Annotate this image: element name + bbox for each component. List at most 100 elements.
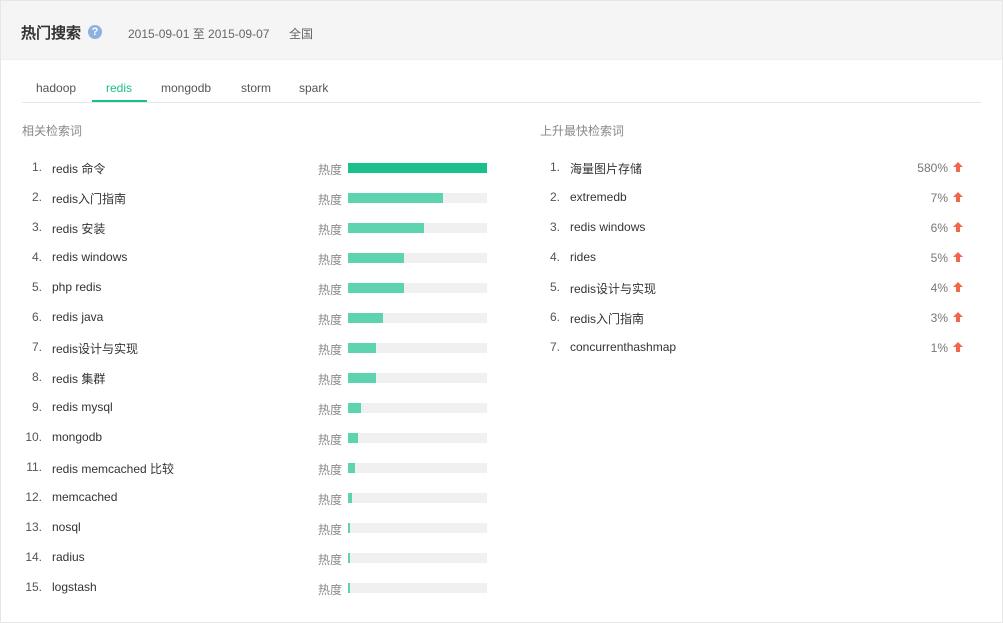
list-item[interactable]: 7. concurrenthashmap 1%: [540, 331, 970, 361]
list-item[interactable]: 5. redis设计与实现 4%: [540, 271, 970, 301]
heat-bar-track: [348, 493, 487, 503]
item-term[interactable]: concurrenthashmap: [570, 340, 676, 354]
panel-title: 热门搜索: [21, 25, 82, 42]
list-item[interactable]: 3. redis 安装 热度: [22, 211, 492, 241]
list-item[interactable]: 14. radius 热度: [22, 541, 492, 571]
rising-terms-title: 上升最快检索词: [540, 124, 625, 138]
arrow-up-icon: [953, 312, 963, 322]
heat-label: 热度: [318, 463, 343, 477]
item-index: 8.: [31, 370, 42, 384]
list-item[interactable]: 4. redis windows 热度: [22, 241, 492, 271]
item-term[interactable]: redis 集群: [52, 370, 105, 387]
heat-label: 热度: [318, 253, 343, 267]
item-index: 5.: [31, 280, 42, 294]
related-terms-list: 1. redis 命令 热度 2. redis入门指南 热度 3. redis 安装 热度 4. r…: [22, 151, 492, 601]
item-term[interactable]: redis java: [52, 310, 103, 324]
list-item[interactable]: 9. redis mysql 热度: [22, 391, 492, 421]
item-index: 3.: [549, 220, 560, 234]
heat-bar-track: [348, 523, 487, 533]
heat-label: 热度: [318, 313, 343, 327]
item-index: 12.: [25, 490, 42, 504]
item-term[interactable]: mongodb: [52, 430, 102, 444]
heat-bar-track: [348, 553, 487, 563]
active-tab-indicator: [92, 100, 147, 102]
item-term[interactable]: radius: [52, 550, 85, 564]
heat-bar-fill: [348, 583, 350, 593]
item-term[interactable]: redis memcached 比较: [52, 460, 174, 477]
item-term[interactable]: 海量图片存储: [570, 160, 642, 177]
item-index: 14.: [25, 550, 42, 564]
item-index: 5.: [549, 280, 560, 294]
item-term[interactable]: memcached: [52, 490, 117, 504]
heat-bar-track: [348, 163, 487, 173]
heat-bar-fill: [348, 193, 443, 203]
change-percent: 1%: [930, 341, 948, 355]
item-term[interactable]: extremedb: [570, 190, 627, 204]
heat-bar-track: [348, 283, 487, 293]
tab-spark[interactable]: spark: [299, 81, 328, 95]
tab-mongodb[interactable]: mongodb: [161, 81, 211, 95]
list-item[interactable]: 3. redis windows 6%: [540, 211, 970, 241]
heat-label: 热度: [318, 163, 343, 177]
heat-bar-track: [348, 343, 487, 353]
question-circle-icon[interactable]: ?: [88, 25, 102, 39]
list-item[interactable]: 2. extremedb 7%: [540, 181, 970, 211]
change-percent: 6%: [930, 221, 948, 235]
item-term[interactable]: redis设计与实现: [52, 340, 138, 357]
item-term[interactable]: redis windows: [570, 220, 645, 234]
panel-header: 热门搜索 ? 2015-09-01 至 2015-09-07 全国: [1, 1, 1002, 60]
item-term[interactable]: nosql: [52, 520, 81, 534]
change-percent: 7%: [930, 191, 948, 205]
item-term[interactable]: redis 安装: [52, 220, 105, 237]
heat-bar-track: [348, 253, 487, 263]
list-item[interactable]: 13. nosql 热度: [22, 511, 492, 541]
list-item[interactable]: 1. 海量图片存储 580%: [540, 151, 970, 181]
heat-bar-fill: [348, 433, 358, 443]
heat-bar-track: [348, 403, 487, 413]
tab-redis[interactable]: redis: [106, 81, 132, 95]
list-item[interactable]: 10. mongodb 热度: [22, 421, 492, 451]
item-term[interactable]: php redis: [52, 280, 101, 294]
item-term[interactable]: redis 命令: [52, 160, 105, 177]
item-term[interactable]: redis mysql: [52, 400, 113, 414]
item-index: 7.: [31, 340, 42, 354]
heat-bar-track: [348, 313, 487, 323]
list-item[interactable]: 11. redis memcached 比较 热度: [22, 451, 492, 481]
list-item[interactable]: 7. redis设计与实现 热度: [22, 331, 492, 361]
heat-bar-fill: [348, 523, 350, 533]
tab-storm[interactable]: storm: [241, 81, 271, 95]
arrow-up-icon: [953, 192, 963, 202]
list-item[interactable]: 2. redis入门指南 热度: [22, 181, 492, 211]
arrow-up-icon: [953, 162, 963, 172]
item-term[interactable]: redis windows: [52, 250, 127, 264]
heat-bar-fill: [348, 163, 487, 173]
item-index: 2.: [549, 190, 560, 204]
list-item[interactable]: 12. memcached 热度: [22, 481, 492, 511]
list-item[interactable]: 4. rides 5%: [540, 241, 970, 271]
heat-label: 热度: [318, 403, 343, 417]
item-term[interactable]: redis入门指南: [52, 190, 126, 207]
hot-search-panel: 热门搜索 ? 2015-09-01 至 2015-09-07 全国 hadoop…: [0, 0, 1003, 623]
item-term[interactable]: rides: [570, 250, 596, 264]
list-item[interactable]: 6. redis java 热度: [22, 301, 492, 331]
item-index: 6.: [31, 310, 42, 324]
arrow-up-icon: [953, 222, 963, 232]
rising-terms-list: 1. 海量图片存储 580% 2. extremedb 7% 3. redis windows…: [540, 151, 970, 361]
item-term[interactable]: redis设计与实现: [570, 280, 656, 297]
heat-bar-fill: [348, 313, 383, 323]
item-term[interactable]: logstash: [52, 580, 97, 594]
list-item[interactable]: 5. php redis 热度: [22, 271, 492, 301]
heat-bar-fill: [348, 373, 376, 383]
list-item[interactable]: 1. redis 命令 热度: [22, 151, 492, 181]
region-label: 全国: [289, 27, 314, 41]
heat-bar-track: [348, 583, 487, 593]
item-term[interactable]: redis入门指南: [570, 310, 644, 327]
list-item[interactable]: 6. redis入门指南 3%: [540, 301, 970, 331]
list-item[interactable]: 15. logstash 热度: [22, 571, 492, 601]
item-index: 1.: [31, 160, 42, 174]
heat-label: 热度: [318, 373, 343, 387]
list-item[interactable]: 8. redis 集群 热度: [22, 361, 492, 391]
related-terms-title: 相关检索词: [22, 124, 83, 138]
heat-label: 热度: [318, 553, 343, 567]
tab-hadoop[interactable]: hadoop: [36, 81, 76, 95]
